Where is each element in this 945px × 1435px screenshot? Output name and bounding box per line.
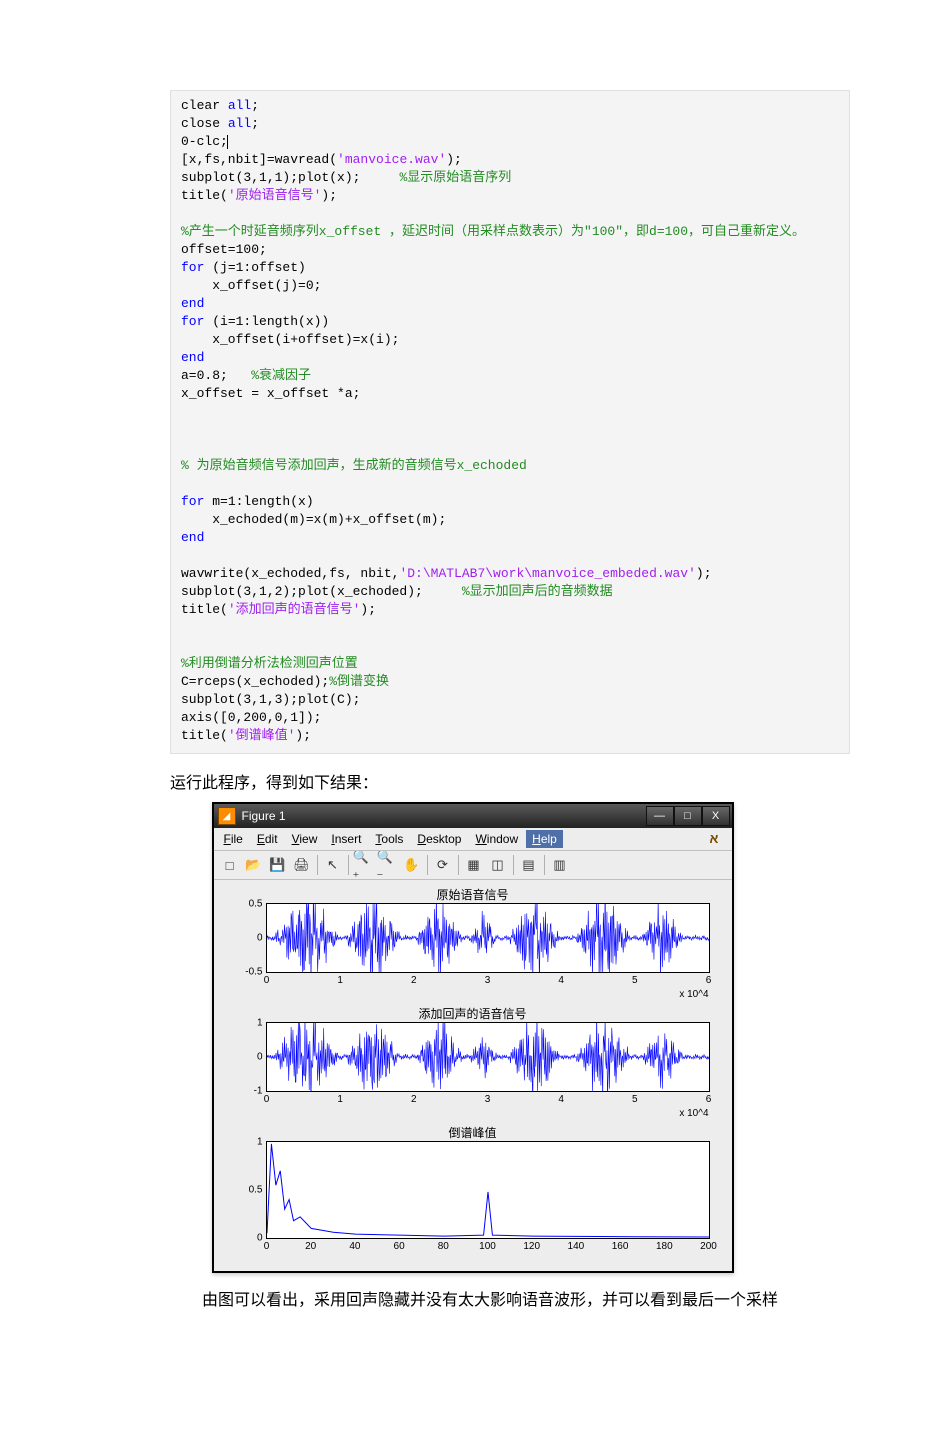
text-cursor — [227, 135, 228, 149]
xtick: 3 — [485, 1094, 491, 1105]
ytick: 0 — [233, 1052, 263, 1063]
caption-run-results: 运行此程序，得到如下结果： — [170, 772, 850, 796]
datacursor-icon[interactable]: ▦ — [462, 853, 486, 877]
x-scale-label: x 10^4 — [679, 989, 708, 1000]
pointer-icon[interactable]: ↖ — [321, 853, 345, 877]
xtick: 180 — [656, 1241, 673, 1252]
conclusion-text: 由图可以看出，采用回声隐藏并没有太大影响语音波形，并可以看到最后一个采样 — [170, 1287, 850, 1315]
subplot-3-title: 倒谱峰值 — [224, 1124, 722, 1141]
figure-menubar: FileEditViewInsertToolsDesktopWindowHelp… — [214, 828, 732, 851]
xtick: 200 — [700, 1241, 717, 1252]
menu-window[interactable]: Window — [469, 830, 524, 848]
matlab-code-block: clear all; close all; 0-clc; [x,fs,nbit]… — [170, 90, 850, 754]
matlab-figure-window: ◢ Figure 1 — □ X FileEditViewInsertTools… — [212, 802, 734, 1273]
colorbar-icon[interactable]: ◫ — [486, 853, 510, 877]
ytick: -1 — [233, 1086, 263, 1097]
menu-desktop[interactable]: Desktop — [411, 830, 467, 848]
menu-edit[interactable]: Edit — [251, 830, 284, 848]
xtick: 140 — [568, 1241, 585, 1252]
subplot-2-title: 添加回声的语音信号 — [224, 1005, 722, 1022]
subplot-3: 倒谱峰值 1 0.5 0 020406080100120140160180200 — [224, 1124, 722, 1255]
figure-toolbar: □📂💾🖨 ↖ 🔍₊🔍₋✋ ⟳ ▦◫ ▤ ▥ — [214, 851, 732, 880]
subplot-3-axes[interactable]: 1 0.5 0 020406080100120140160180200 — [266, 1141, 710, 1239]
cepstrum-plot — [267, 1142, 709, 1238]
xtick: 5 — [632, 975, 638, 986]
matlab-logo-icon: א — [710, 831, 726, 847]
waveform-2 — [267, 1023, 709, 1091]
ytick: 0 — [233, 1233, 263, 1244]
xtick: 60 — [394, 1241, 405, 1252]
waveform-1 — [267, 904, 709, 972]
zoom-out-icon[interactable]: 🔍₋ — [376, 853, 400, 877]
xtick: 1 — [337, 1094, 343, 1105]
minimize-button[interactable]: — — [646, 806, 674, 826]
figure-plot-area: 原始语音信号 0.5 0 -0.5 0 1 2 3 4 5 6 x 10^4 — [214, 880, 732, 1271]
xtick: 120 — [523, 1241, 540, 1252]
new-file-icon[interactable]: □ — [218, 853, 242, 877]
print-icon[interactable]: 🖨 — [290, 853, 314, 877]
xtick: 40 — [349, 1241, 360, 1252]
xtick: 0 — [264, 975, 270, 986]
subplot-2: 添加回声的语音信号 1 0 -1 0 1 2 3 4 5 6 x 10^4 — [224, 1005, 722, 1120]
rotate3d-icon[interactable]: ⟳ — [431, 853, 455, 877]
ytick: 1 — [233, 1137, 263, 1148]
xtick: 100 — [479, 1241, 496, 1252]
maximize-button[interactable]: □ — [674, 806, 702, 826]
subplot-1: 原始语音信号 0.5 0 -0.5 0 1 2 3 4 5 6 x 10^4 — [224, 886, 722, 1001]
close-button[interactable]: X — [702, 806, 730, 826]
xtick: 1 — [337, 975, 343, 986]
xtick: 4 — [558, 1094, 564, 1105]
menu-tools[interactable]: Tools — [369, 830, 409, 848]
xtick: 80 — [438, 1241, 449, 1252]
subplot-1-title: 原始语音信号 — [224, 886, 722, 903]
window-titlebar[interactable]: ◢ Figure 1 — □ X — [214, 804, 732, 828]
subplot-1-axes[interactable]: 0.5 0 -0.5 0 1 2 3 4 5 6 x 10^4 — [266, 903, 710, 973]
open-file-icon[interactable]: 📂 — [242, 853, 266, 877]
xtick: 2 — [411, 975, 417, 986]
xtick: 2 — [411, 1094, 417, 1105]
save-icon[interactable]: 💾 — [266, 853, 290, 877]
window-title: Figure 1 — [242, 809, 286, 823]
matlab-app-icon: ◢ — [218, 807, 236, 825]
menu-insert[interactable]: Insert — [325, 830, 367, 848]
menu-help[interactable]: Help — [526, 830, 563, 848]
xtick: 0 — [264, 1094, 270, 1105]
ytick: 0 — [233, 933, 263, 944]
ytick: 0.5 — [233, 899, 263, 910]
ytick: 1 — [233, 1018, 263, 1029]
ytick: -0.5 — [233, 967, 263, 978]
ytick: 0.5 — [233, 1185, 263, 1196]
xtick: 4 — [558, 975, 564, 986]
zoom-in-icon[interactable]: 🔍₊ — [352, 853, 376, 877]
subplot-icon[interactable]: ▥ — [548, 853, 572, 877]
xtick: 0 — [264, 1241, 270, 1252]
xtick: 6 — [706, 975, 712, 986]
x-scale-label: x 10^4 — [679, 1108, 708, 1119]
xtick: 160 — [612, 1241, 629, 1252]
subplot-2-axes[interactable]: 1 0 -1 0 1 2 3 4 5 6 x 10^4 — [266, 1022, 710, 1092]
legend-icon[interactable]: ▤ — [517, 853, 541, 877]
menu-view[interactable]: View — [286, 830, 324, 848]
pan-icon[interactable]: ✋ — [400, 853, 424, 877]
menu-file[interactable]: File — [218, 830, 249, 848]
xtick: 3 — [485, 975, 491, 986]
xtick: 5 — [632, 1094, 638, 1105]
xtick: 20 — [305, 1241, 316, 1252]
xtick: 6 — [706, 1094, 712, 1105]
